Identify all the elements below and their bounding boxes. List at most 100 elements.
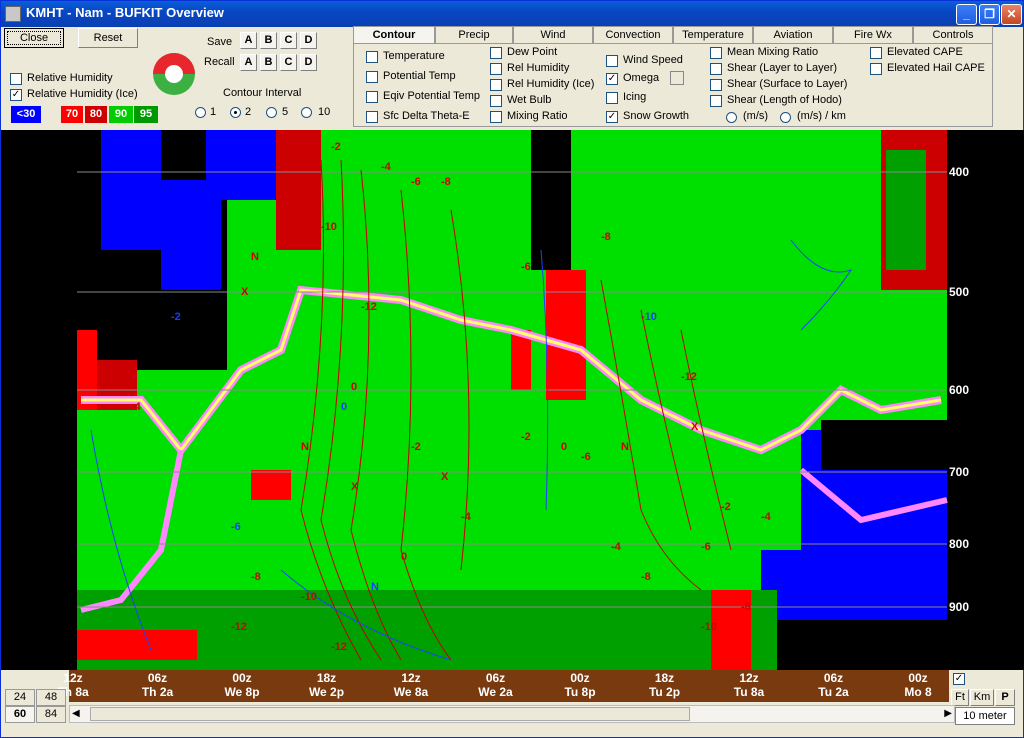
interval-10-radio[interactable] — [301, 107, 312, 118]
dew-point-checkbox[interactable] — [490, 47, 502, 59]
eqiv-potential-temp-checkbox[interactable] — [366, 91, 378, 103]
tab-aviation[interactable]: Aviation — [753, 26, 833, 44]
mixing-ratio-checkbox[interactable] — [490, 111, 502, 123]
bufkit-logo — [153, 53, 195, 95]
relative-humidity-ice-checkbox[interactable]: ✓ — [10, 89, 22, 101]
contour-value-label: N — [251, 251, 259, 263]
dew-point-label: Dew Point — [507, 46, 558, 58]
save-slot-a-button[interactable]: A — [240, 32, 257, 49]
interval-2-radio[interactable] — [230, 107, 241, 118]
relative-humidity-ice-label: Relative Humidity (Ice) — [27, 88, 138, 100]
tab-precip[interactable]: Precip — [435, 26, 513, 44]
recall-slot-a-button[interactable]: A — [240, 54, 257, 71]
contour-value-label: -10 — [641, 311, 657, 323]
save-slot-c-button[interactable]: C — [280, 32, 297, 49]
maximize-button[interactable]: ❐ — [979, 4, 1000, 25]
scroll-right-arrow-icon[interactable]: ▶ — [944, 708, 952, 719]
unit-ms-km-radio[interactable] — [780, 112, 791, 123]
tab-temperature[interactable]: Temperature — [673, 26, 753, 44]
sfc-delta-theta-e-checkbox[interactable] — [366, 111, 378, 123]
potential-temp-checkbox[interactable] — [366, 71, 378, 83]
hours-84-button[interactable]: 84 — [36, 706, 66, 723]
elevated-cape-checkbox[interactable] — [870, 47, 882, 59]
legend-80: 80 — [85, 106, 107, 123]
icing-checkbox[interactable] — [606, 92, 618, 104]
omega-checkbox[interactable]: ✓ — [606, 73, 618, 85]
unit-ft-button[interactable]: Ft — [951, 689, 969, 706]
tab-fire-wx[interactable]: Fire Wx — [833, 26, 913, 44]
contour-value-label: 0 — [561, 441, 567, 453]
contour-value-label: -4 — [611, 541, 622, 553]
rel-humidity-checkbox[interactable] — [490, 63, 502, 75]
scroll-left-arrow-icon[interactable]: ◀ — [72, 708, 80, 719]
wind-speed-checkbox[interactable] — [606, 55, 618, 67]
mean-mixing-ratio-checkbox[interactable] — [710, 47, 722, 59]
shear-hodo-checkbox[interactable] — [710, 95, 722, 107]
time-label-local: Tu 8a — [733, 685, 765, 699]
dry-region-black — [531, 130, 571, 270]
app-icon — [5, 6, 21, 22]
omega-color-picker[interactable] — [670, 71, 684, 85]
hours-24-button[interactable]: 24 — [5, 689, 35, 706]
time-label-z: 12z — [739, 671, 759, 685]
close-button[interactable]: Close — [4, 28, 64, 48]
unit-p-button[interactable]: P — [995, 689, 1015, 706]
time-label-local: Tu 8p — [564, 685, 596, 699]
tab-bar: Contour Precip Wind Convection Temperatu… — [353, 26, 993, 44]
relative-humidity-checkbox[interactable] — [10, 73, 22, 85]
shear-surface-label: Shear (Surface to Layer) — [727, 78, 848, 90]
shear-hodo-label: Shear (Length of Hodo) — [727, 94, 842, 106]
elevated-hail-cape-checkbox[interactable] — [870, 63, 882, 75]
dry-region-blue — [761, 550, 947, 620]
wind-level-select[interactable]: 10 meter — [955, 707, 1015, 725]
contour-value-label: N — [301, 441, 309, 453]
hours-60-button[interactable]: 60 — [5, 706, 35, 723]
contour-value-label: -4 — [131, 401, 142, 413]
snow-growth-checkbox[interactable]: ✓ — [606, 111, 618, 123]
tab-convection[interactable]: Convection — [593, 26, 673, 44]
minimize-button[interactable]: _ — [956, 4, 977, 25]
app-window: KMHT - Nam - BUFKIT Overview _ ❐ ✕ Close… — [0, 0, 1024, 738]
time-label-z: 06z — [485, 671, 506, 685]
tab-wind[interactable]: Wind — [513, 26, 593, 44]
scrollbar-thumb[interactable] — [90, 707, 690, 721]
tab-controls[interactable]: Controls — [913, 26, 993, 44]
close-window-button[interactable]: ✕ — [1001, 4, 1022, 25]
shear-layer-checkbox[interactable] — [710, 63, 722, 75]
time-scrollbar[interactable]: ◀ ▶ — [69, 705, 955, 723]
hours-48-button[interactable]: 48 — [36, 689, 66, 706]
contour-value-label: -8 — [641, 571, 651, 583]
potential-temp-label: Potential Temp — [383, 70, 456, 82]
time-axis-bar: 12z Th 8a 06z Th 2a 00z We 8p 18z We 2p 12z We 8a… — [57, 670, 949, 702]
moist-region-red — [77, 630, 197, 660]
reset-button[interactable]: Reset — [78, 28, 138, 48]
elevated-cape-label: Elevated CAPE — [887, 46, 963, 58]
moist-region-red — [546, 270, 586, 400]
contour-value-label: -2 — [521, 431, 531, 443]
sfc-delta-theta-e-label: Sfc Delta Theta-E — [383, 110, 470, 122]
mixing-ratio-label: Mixing Ratio — [507, 110, 568, 122]
recall-slot-c-button[interactable]: C — [280, 54, 297, 71]
save-slot-d-button[interactable]: D — [300, 32, 317, 49]
tab-contour[interactable]: Contour — [353, 26, 435, 44]
unit-km-button[interactable]: Km — [970, 689, 994, 706]
temperature-checkbox[interactable] — [366, 51, 378, 63]
recall-slot-d-button[interactable]: D — [300, 54, 317, 71]
shear-surface-checkbox[interactable] — [710, 79, 722, 91]
contour-value-label: -6 — [521, 261, 531, 273]
contour-value-label: -4 — [461, 511, 472, 523]
rel-humidity-ice-checkbox[interactable] — [490, 79, 502, 91]
contour-value-label: X — [441, 471, 449, 483]
unit-ms-radio[interactable] — [726, 112, 737, 123]
time-label-local: We 8p — [224, 685, 260, 699]
overlay-toggle-checkbox[interactable]: ✓ — [953, 673, 965, 685]
save-slot-b-button[interactable]: B — [260, 32, 277, 49]
interval-5-radio[interactable] — [266, 107, 277, 118]
interval-2-label: 2 — [245, 106, 252, 118]
interval-1-radio[interactable] — [195, 107, 206, 118]
wet-bulb-checkbox[interactable] — [490, 95, 502, 107]
time-height-plot[interactable]: -2 -4 -6 -8 -10 -12 0 N X -2 -4 -6 -8 -10 -12 0 N X -2 -4 -6… — [1, 130, 1024, 670]
recall-slot-b-button[interactable]: B — [260, 54, 277, 71]
interval-1-label: 1 — [210, 106, 217, 118]
contour-value-label: -2 — [411, 441, 421, 453]
